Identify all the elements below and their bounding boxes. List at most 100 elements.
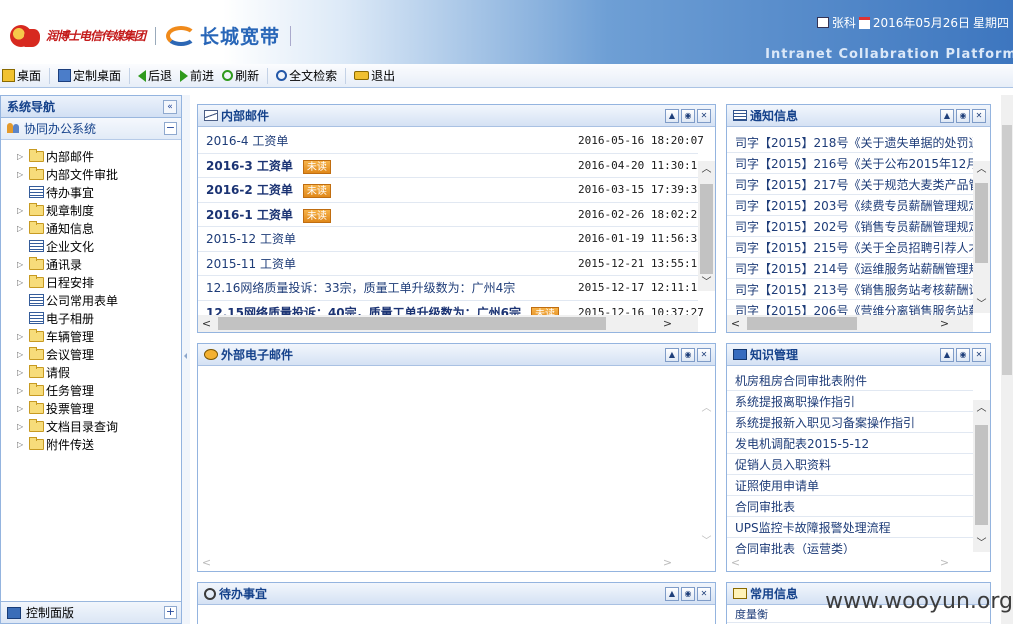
expand-arrow-icon[interactable]: ▷ xyxy=(17,170,29,179)
list-item[interactable]: 证照使用申请单 xyxy=(727,475,973,496)
expand-arrow-icon[interactable]: ▷ xyxy=(17,224,29,233)
list-item[interactable]: 司字【2015】214号《运维服务站薪酬管理规定》 xyxy=(727,258,973,279)
sidebar-section-header[interactable]: 协同办公系统 − xyxy=(1,118,181,140)
scroll-down-arrow-icon[interactable]: ﹀ xyxy=(698,274,715,291)
sidebar-item[interactable]: 电子相册 xyxy=(17,309,181,327)
scroll-thumb[interactable] xyxy=(747,317,857,330)
move-up-button[interactable]: ▲ xyxy=(665,108,679,123)
sidebar-item[interactable]: ▷ 会议管理 xyxy=(17,345,181,363)
list-item[interactable]: 司字【2015】203号《续费专员薪酬管理规定》 xyxy=(727,195,973,216)
sidebar-item[interactable]: 公司常用表单 xyxy=(17,291,181,309)
scroll-down-arrow-icon[interactable]: ﹀ xyxy=(973,296,990,313)
mail-row[interactable]: 2016-4 工资单 2016-05-16 18:20:07 xyxy=(198,129,704,154)
scroll-down-arrow-icon[interactable]: ﹀ xyxy=(698,533,715,550)
customize-desktop-button[interactable]: 定制桌面 xyxy=(58,67,121,84)
sidebar-item[interactable]: ▷ 文档目录查询 xyxy=(17,417,181,435)
close-button[interactable]: ✕ xyxy=(697,347,711,362)
scroll-thumb[interactable] xyxy=(975,183,988,263)
scroll-right-arrow-icon[interactable]: > xyxy=(936,317,953,330)
external-vertical-scrollbar[interactable]: ︿ ﹀ xyxy=(698,400,715,550)
notice-vertical-scrollbar[interactable]: ︿ ﹀ xyxy=(973,161,990,313)
sidebar-item[interactable]: ▷ 规章制度 xyxy=(17,201,181,219)
list-item[interactable]: 司字【2015】217号《关于规范大麦类产品管理》 xyxy=(727,174,973,195)
sidebar-item[interactable]: ▷ 任务管理 xyxy=(17,381,181,399)
sidebar-collapse-button[interactable]: « xyxy=(163,99,177,114)
expand-arrow-icon[interactable]: ▷ xyxy=(17,278,29,287)
scroll-left-arrow-icon[interactable]: < xyxy=(727,556,744,569)
knowledge-horizontal-scrollbar[interactable]: < > xyxy=(727,554,973,571)
control-panel-expand-button[interactable]: + xyxy=(164,606,177,619)
sidebar-item[interactable]: ▷ 请假 xyxy=(17,363,181,381)
control-panel-bar[interactable]: 控制面版 + xyxy=(1,601,181,623)
refresh-button[interactable]: 刷新 xyxy=(222,67,259,84)
mail-vertical-scrollbar[interactable]: ︿ ﹀ xyxy=(698,161,715,291)
scroll-up-arrow-icon[interactable]: ︿ xyxy=(698,400,715,417)
settings-button[interactable]: ◉ xyxy=(681,586,695,601)
expand-arrow-icon[interactable]: ▷ xyxy=(17,260,29,269)
mail-row[interactable]: 2016-1 工资单 未读 2016-02-26 18:02:28 xyxy=(198,203,704,227)
page-vertical-scrollbar[interactable] xyxy=(1001,95,1013,624)
expand-arrow-icon[interactable]: ▷ xyxy=(17,206,29,215)
sidebar-item[interactable]: ▷ 内部文件审批 xyxy=(17,165,181,183)
mail-row[interactable]: 2016-3 工资单 未读 2016-04-20 11:30:16 xyxy=(198,154,704,178)
list-item[interactable]: 司字【2015】218号《关于遗失单据的处罚通告》 xyxy=(727,132,973,153)
scroll-up-arrow-icon[interactable]: ︿ xyxy=(973,161,990,178)
notice-title[interactable]: 通知信息 xyxy=(750,107,798,124)
mail-row[interactable]: 2015-11 工资单 2015-12-21 13:55:18 xyxy=(198,252,704,276)
move-up-button[interactable]: ▲ xyxy=(665,586,679,601)
scroll-thumb[interactable] xyxy=(218,317,606,330)
mail-horizontal-scrollbar[interactable]: < > xyxy=(198,315,698,332)
sidebar-item[interactable]: 待办事宜 xyxy=(17,183,181,201)
list-item[interactable]: 司字【2015】215号《关于全员招聘引荐人才的》 xyxy=(727,237,973,258)
scroll-up-arrow-icon[interactable]: ︿ xyxy=(698,161,715,178)
settings-button[interactable]: ◉ xyxy=(956,108,970,123)
mail-subject[interactable]: 2016-3 工资单 未读 xyxy=(206,157,578,174)
mail-subject[interactable]: 2016-1 工资单 未读 xyxy=(206,206,578,223)
mail-row[interactable]: 12.16网络质量投诉：33宗，质量工单升级数为：广州4宗 2015-12-17 … xyxy=(198,276,704,301)
scroll-thumb[interactable] xyxy=(975,425,988,525)
sidebar-item[interactable]: 企业文化 xyxy=(17,237,181,255)
mail-row[interactable]: 2016-2 工资单 未读 2016-03-15 17:39:31 xyxy=(198,178,704,203)
sidebar-item[interactable]: ▷ 内部邮件 xyxy=(17,147,181,165)
close-button[interactable]: ✕ xyxy=(697,108,711,123)
scroll-left-arrow-icon[interactable]: < xyxy=(198,317,215,330)
close-button[interactable]: ✕ xyxy=(972,108,986,123)
desktop-button[interactable]: 桌面 xyxy=(2,67,41,84)
expand-arrow-icon[interactable]: ▷ xyxy=(17,152,29,161)
list-item[interactable]: 司字【2015】216号《关于公布2015年12月份绩效》 xyxy=(727,153,973,174)
list-item[interactable]: 机房租房合同审批表附件 xyxy=(727,370,973,391)
list-item[interactable]: 发电机调配表2015-5-12 xyxy=(727,433,973,454)
expand-arrow-icon[interactable]: ▷ xyxy=(17,422,29,431)
common-info-title[interactable]: 常用信息 xyxy=(750,585,798,602)
close-button[interactable]: ✕ xyxy=(697,586,711,601)
mail-subject[interactable]: 12.16网络质量投诉：33宗，质量工单升级数为：广州4宗 xyxy=(206,279,578,296)
internal-mail-title[interactable]: 内部邮件 xyxy=(221,107,269,124)
mail-row[interactable]: 2015-12 工资单 2016-01-19 11:56:37 xyxy=(198,227,704,252)
list-item[interactable]: 合同审批表 xyxy=(727,496,973,517)
expand-arrow-icon[interactable]: ▷ xyxy=(17,332,29,341)
scroll-right-arrow-icon[interactable]: > xyxy=(936,556,953,569)
mail-subject[interactable]: 2015-11 工资单 xyxy=(206,255,578,272)
sidebar-item[interactable]: ▷ 车辆管理 xyxy=(17,327,181,345)
scroll-left-arrow-icon[interactable]: < xyxy=(198,556,215,569)
move-up-button[interactable]: ▲ xyxy=(665,347,679,362)
scroll-down-arrow-icon[interactable]: ﹀ xyxy=(973,535,990,552)
knowledge-vertical-scrollbar[interactable]: ︿ ﹀ xyxy=(973,400,990,552)
back-button[interactable]: 后退 xyxy=(138,67,172,84)
scroll-up-arrow-icon[interactable]: ︿ xyxy=(973,400,990,417)
exit-button[interactable]: 退出 xyxy=(354,67,395,84)
knowledge-title[interactable]: 知识管理 xyxy=(750,346,798,363)
mail-subject[interactable]: 2016-4 工资单 xyxy=(206,132,578,149)
section-collapse-button[interactable]: − xyxy=(164,122,177,135)
sidebar-item[interactable]: ▷ 投票管理 xyxy=(17,399,181,417)
settings-button[interactable]: ◉ xyxy=(681,347,695,362)
list-item[interactable]: 司字【2015】202号《销售专员薪酬管理规定》 xyxy=(727,216,973,237)
mail-subject[interactable]: 2015-12 工资单 xyxy=(206,230,578,247)
sidebar-splitter[interactable] xyxy=(182,95,190,624)
close-button[interactable]: ✕ xyxy=(972,347,986,362)
sidebar-item[interactable]: ▷ 通知信息 xyxy=(17,219,181,237)
sidebar-item[interactable]: ▷ 附件传送 xyxy=(17,435,181,453)
list-item[interactable]: UPS监控卡故障报警处理流程 xyxy=(727,517,973,538)
mail-subject[interactable]: 2016-2 工资单 未读 xyxy=(206,181,578,199)
scroll-right-arrow-icon[interactable]: > xyxy=(659,556,676,569)
